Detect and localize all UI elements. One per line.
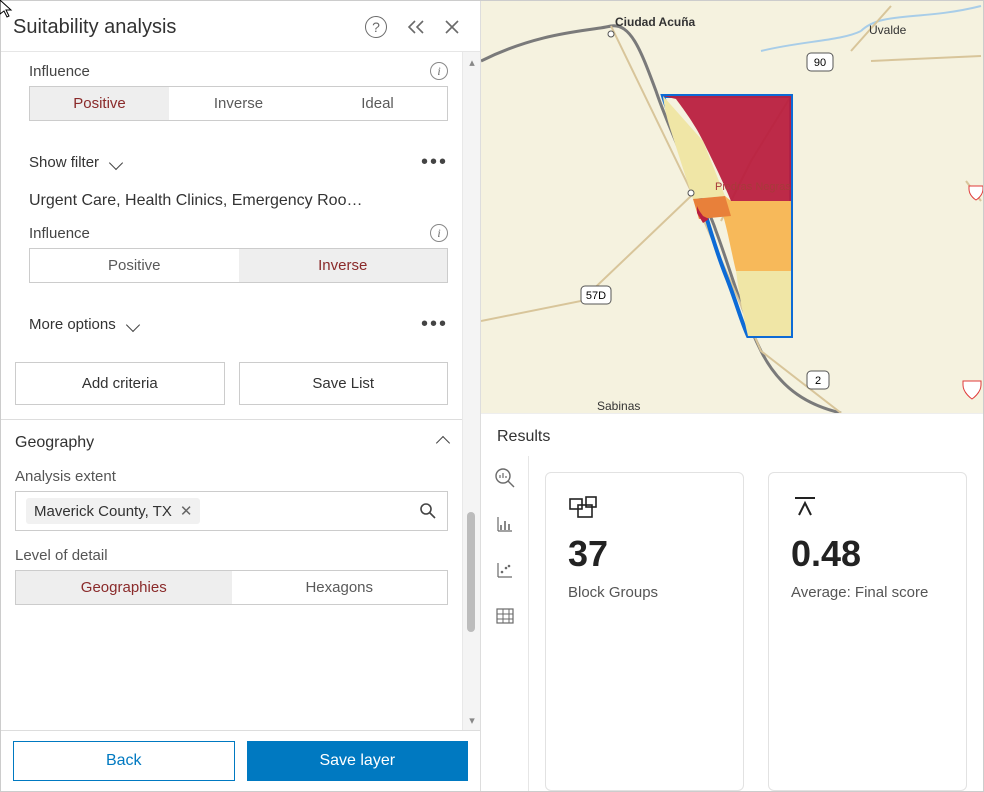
show-filter-label: Show filter <box>29 154 99 171</box>
remove-tag-button[interactable]: ✕ <box>180 502 193 520</box>
save-list-button[interactable]: Save List <box>239 362 449 405</box>
city-label-uvalde: Uvalde <box>869 23 906 37</box>
influence-inverse-option[interactable]: Inverse <box>239 249 448 282</box>
collapse-button[interactable] <box>402 13 430 41</box>
analysis-extent-input[interactable]: Maverick County, TX ✕ <box>15 491 448 531</box>
influence-positive-option[interactable]: Positive <box>30 249 239 282</box>
city-label-piedras-negras: Piedras Negras <box>715 181 791 193</box>
scroll-down-button[interactable]: ▾ <box>466 714 478 726</box>
panel-scrollbar[interactable]: ▴ ▾ <box>462 52 480 730</box>
average-score-label: Average: Final score <box>791 583 944 603</box>
city-label-sabinas: Sabinas <box>597 399 640 413</box>
chevron-down-icon <box>126 317 140 331</box>
close-button[interactable] <box>438 13 466 41</box>
table-icon <box>495 606 515 626</box>
results-tab-histogram[interactable] <box>493 512 517 536</box>
bar-chart-icon <box>495 514 515 534</box>
influence-label: Influence <box>29 225 90 242</box>
average-score-value: 0.48 <box>791 533 944 575</box>
lod-geographies-option[interactable]: Geographies <box>16 571 232 604</box>
page-title: Suitability analysis <box>13 16 362 39</box>
chevron-down-icon <box>109 155 123 169</box>
results-tab-table[interactable] <box>493 604 517 628</box>
city-label-ciudad-acuna: Ciudad Acuña <box>615 15 695 29</box>
interstate-35-label: 35 <box>967 384 977 394</box>
block-groups-label: Block Groups <box>568 583 721 603</box>
geography-section-toggle[interactable]: Geography <box>15 434 448 452</box>
back-button[interactable]: Back <box>13 741 235 781</box>
save-layer-button[interactable]: Save layer <box>247 741 469 781</box>
results-title: Results <box>481 413 983 456</box>
chevron-up-icon <box>436 436 450 450</box>
close-icon <box>444 19 460 35</box>
criteria-more-actions[interactable]: ••• <box>421 151 448 174</box>
search-icon[interactable] <box>419 502 437 520</box>
highway-57d-label: 57D <box>586 290 606 302</box>
highway-2-label: 2 <box>815 375 821 387</box>
info-icon[interactable]: i <box>430 62 448 80</box>
map[interactable]: 90 57D 2 35 Ciudad Acuña Uvalde Sabinas … <box>481 1 983 413</box>
show-filter-toggle[interactable]: Show filter <box>29 154 121 171</box>
result-card-average-score: 0.48 Average: Final score <box>768 472 967 791</box>
geography-section-title: Geography <box>15 434 94 452</box>
add-criteria-button[interactable]: Add criteria <box>15 362 225 405</box>
results-tab-summary[interactable] <box>493 466 517 490</box>
extent-tag-label: Maverick County, TX <box>34 503 172 520</box>
chevron-double-left-icon <box>406 19 426 35</box>
influence-positive-option[interactable]: Positive <box>30 87 169 120</box>
influence-label: Influence <box>29 63 90 80</box>
analysis-extent-label: Analysis extent <box>15 468 448 485</box>
highway-90-label: 90 <box>814 57 826 69</box>
help-button[interactable]: ? <box>362 13 390 41</box>
magnify-chart-icon <box>494 467 516 489</box>
scatter-icon <box>495 560 515 580</box>
level-of-detail-label: Level of detail <box>15 547 448 564</box>
criteria-title: Urgent Care, Health Clinics, Emergency R… <box>29 192 448 210</box>
influence-ideal-option[interactable]: Ideal <box>308 87 447 120</box>
lod-hexagons-option[interactable]: Hexagons <box>232 571 448 604</box>
more-options-toggle[interactable]: More options <box>29 316 138 333</box>
info-icon[interactable]: i <box>430 224 448 242</box>
extent-tag: Maverick County, TX ✕ <box>26 498 200 524</box>
average-icon <box>791 493 944 523</box>
influence-inverse-option[interactable]: Inverse <box>169 87 308 120</box>
more-options-actions[interactable]: ••• <box>421 313 448 336</box>
help-icon: ? <box>365 16 387 38</box>
scroll-up-button[interactable]: ▴ <box>466 56 478 68</box>
results-tab-scatter[interactable] <box>493 558 517 582</box>
result-card-block-groups: 37 Block Groups <box>545 472 744 791</box>
geography-icon <box>568 493 721 523</box>
more-options-label: More options <box>29 316 116 333</box>
block-groups-count: 37 <box>568 533 721 575</box>
scrollbar-thumb[interactable] <box>467 512 475 632</box>
